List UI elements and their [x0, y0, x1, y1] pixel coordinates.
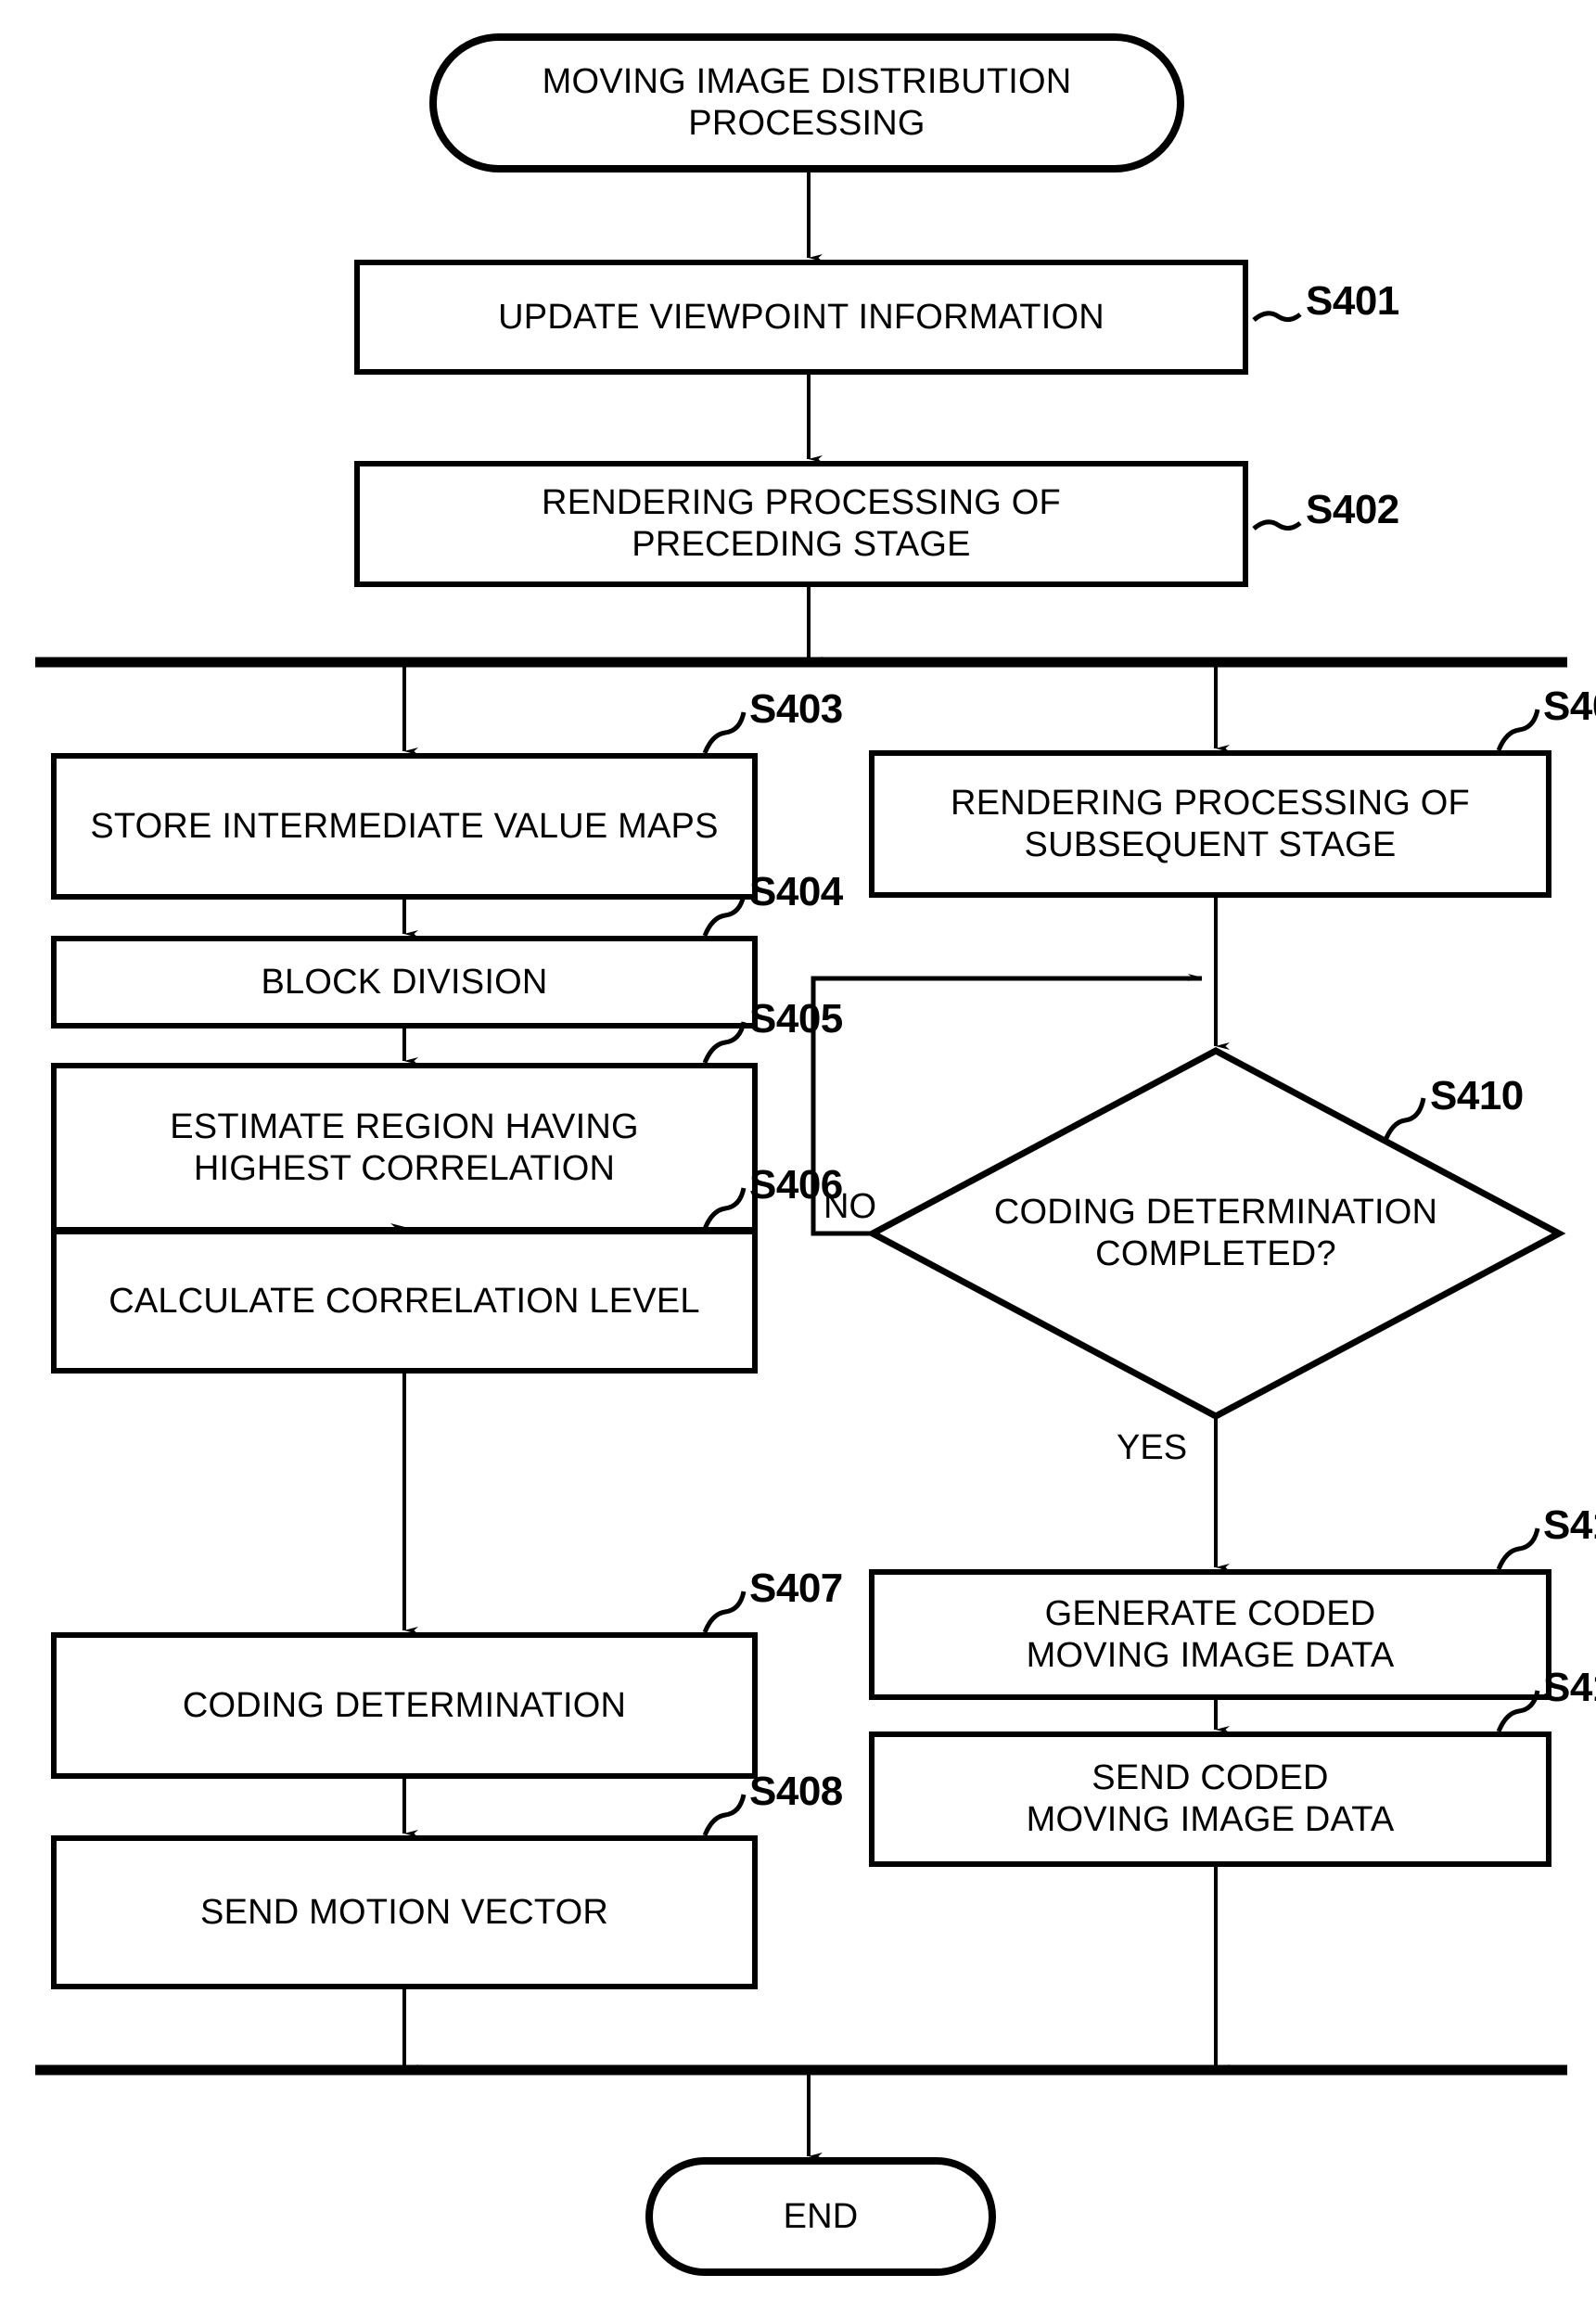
s407-node-shape: [51, 1632, 758, 1779]
step-label-s412: S412: [1543, 1665, 1596, 1710]
s406-node-shape: [51, 1229, 758, 1374]
leader-s403: [702, 711, 747, 754]
s412-node-shape: [869, 1731, 1551, 1867]
step-label-s409: S409: [1543, 684, 1596, 729]
leader-s408: [702, 1794, 747, 1836]
end-node-shape: [645, 2157, 996, 2276]
s403-node-shape: [51, 753, 758, 900]
step-label-s405: S405: [749, 996, 843, 1041]
step-label-s407: S407: [749, 1565, 843, 1611]
step-label-s403: S403: [749, 686, 843, 732]
step-label-s408: S408: [749, 1769, 843, 1814]
s409-node-shape: [869, 750, 1551, 898]
s405-node-shape: [51, 1063, 758, 1233]
leader-s410: [1382, 1097, 1426, 1144]
leader-s411: [1496, 1527, 1540, 1570]
leader-s402: [1252, 519, 1302, 530]
step-label-s402: S402: [1306, 487, 1399, 532]
leader-s409: [1496, 709, 1540, 751]
s411-node-shape: [869, 1569, 1551, 1700]
leader-s401: [1252, 311, 1302, 322]
step-label-s404: S404: [749, 869, 843, 914]
flowchart-canvas: [35, 33, 1567, 2276]
s401-node-shape: [354, 260, 1248, 375]
step-label-s411: S411: [1543, 1502, 1596, 1548]
step-label-s401: S401: [1306, 278, 1399, 324]
flowchart-figure: MOVING IMAGE DISTRIBUTION PROCESSING UPD…: [0, 0, 1596, 2300]
branch-label-yes: YES: [1117, 1428, 1188, 1467]
branch-label-no: NO: [824, 1187, 876, 1226]
step-label-s410: S410: [1430, 1073, 1524, 1118]
leader-s406: [702, 1187, 747, 1230]
leader-s404: [702, 894, 747, 937]
s402-node-shape: [354, 461, 1248, 587]
s408-node-shape: [51, 1835, 758, 1989]
leader-s407: [702, 1591, 747, 1633]
start-node-shape: [429, 33, 1184, 172]
s404-node-shape: [51, 936, 758, 1029]
